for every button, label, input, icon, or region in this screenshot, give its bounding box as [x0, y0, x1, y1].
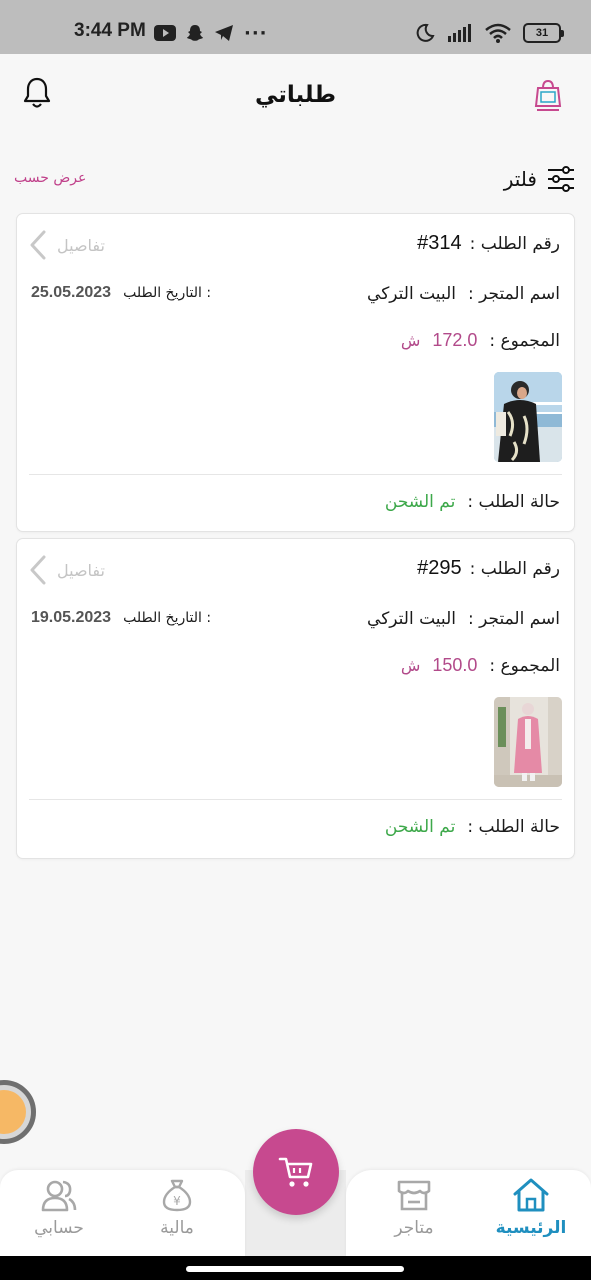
filter-button[interactable]: فلتر [504, 162, 575, 196]
currency-symbol: ش [400, 656, 421, 675]
nav-item-account[interactable]: حسابي [14, 1178, 104, 1252]
wifi-icon [485, 23, 511, 43]
nav-label-finance: مالية [160, 1218, 194, 1238]
app-header: طلباتي [0, 54, 591, 140]
details-label: تفاصيل [57, 560, 105, 580]
product-photo-woman-pink-coat [494, 697, 562, 787]
nav-item-stores[interactable]: متاجر [369, 1178, 459, 1252]
order-status-row: حالة الطلب : تم الشحن [385, 817, 560, 837]
order-number: #295 [417, 557, 462, 579]
store-icon [397, 1180, 431, 1211]
system-gesture-area [0, 1256, 591, 1280]
order-number-row: رقم الطلب : #314 [417, 232, 560, 255]
sort-by-link[interactable]: عرض حسب [14, 170, 86, 186]
order-card[interactable]: رقم الطلب : #295 تفاصيل اسم المتجر : الب… [16, 538, 575, 859]
nav-label-home: الرئيسية [495, 1218, 567, 1238]
details-label: تفاصيل [57, 235, 105, 255]
store-name-label: اسم المتجر : [467, 609, 560, 629]
card-divider [29, 474, 562, 475]
do-not-disturb-moon-icon [416, 23, 435, 42]
order-date-row: 25.05.2023 التاريخ الطلب : [31, 284, 211, 302]
total-label: المجموع : [489, 331, 560, 351]
home-icon [513, 1178, 549, 1212]
floating-assistant-button[interactable] [0, 1080, 36, 1144]
more-notifications-icon: ··· [244, 22, 268, 44]
details-link[interactable]: تفاصيل [29, 230, 105, 260]
users-icon [41, 1180, 77, 1212]
chevron-left-icon [30, 230, 46, 260]
status-notification-icons: ··· [154, 20, 268, 46]
status-system-icons: 31 [415, 20, 564, 46]
order-date: 25.05.2023 [31, 284, 112, 301]
order-date-row: 19.05.2023 التاريخ الطلب : [31, 609, 211, 627]
svg-text:¥: ¥ [173, 1194, 181, 1208]
store-name-row: اسم المتجر : البيت التركي [367, 609, 560, 629]
store-name: البيت التركي [367, 284, 456, 304]
product-thumbnail[interactable] [494, 697, 562, 787]
order-date: 19.05.2023 [31, 609, 112, 626]
order-date-label: التاريخ الطلب : [123, 285, 212, 301]
assistant-avatar-icon [0, 1090, 26, 1134]
youtube-icon [154, 25, 176, 41]
home-gesture-bar[interactable] [186, 1266, 404, 1272]
order-total: 172.0 [432, 330, 478, 350]
order-total: 150.0 [432, 655, 478, 675]
filter-row: عرض حسب فلتر [0, 160, 591, 198]
filter-sliders-icon [548, 166, 574, 192]
order-total-row: المجموع : 172.0 ش [401, 330, 560, 351]
order-number-row: رقم الطلب : #295 [417, 557, 560, 580]
signal-icon [448, 24, 471, 42]
status-time: 3:44 PM [74, 20, 146, 41]
snapchat-icon [187, 25, 203, 41]
telegram-icon [215, 25, 233, 41]
order-date-label: التاريخ الطلب : [123, 610, 212, 626]
status-label: حالة الطلب : [467, 492, 560, 512]
page-title: طلباتي [255, 82, 336, 108]
cart-button[interactable] [253, 1129, 339, 1215]
orders-list: رقم الطلب : #314 تفاصيل اسم المتجر : الب… [16, 213, 575, 865]
order-number: #314 [417, 232, 462, 254]
store-name: البيت التركي [367, 609, 456, 629]
battery-indicator: 31 [523, 23, 564, 43]
product-photo-woman-hijab-black-dress [494, 372, 562, 462]
card-divider [29, 799, 562, 800]
filter-label: فلتر [503, 167, 537, 191]
store-name-label: اسم المتجر : [467, 284, 560, 304]
app-logo [534, 79, 562, 111]
chevron-left-icon [30, 555, 46, 585]
order-card[interactable]: رقم الطلب : #314 تفاصيل اسم المتجر : الب… [16, 213, 575, 532]
currency-symbol: ش [400, 331, 421, 350]
money-bag-icon: ¥ [162, 1179, 192, 1212]
status-label: حالة الطلب : [467, 817, 560, 837]
order-number-label: رقم الطلب : [469, 234, 560, 254]
nav-label-account: حسابي [34, 1218, 84, 1238]
product-thumbnail[interactable] [494, 372, 562, 462]
nav-item-home[interactable]: الرئيسية [486, 1178, 576, 1252]
status-bar: 3:44 PM ··· 31 [0, 0, 591, 54]
nav-label-stores: متاجر [394, 1218, 434, 1238]
total-label: المجموع : [489, 656, 560, 676]
order-status-row: حالة الطلب : تم الشحن [385, 492, 560, 512]
order-number-label: رقم الطلب : [469, 559, 560, 579]
nav-item-finance[interactable]: ¥ مالية [132, 1178, 222, 1252]
store-name-row: اسم المتجر : البيت التركي [367, 284, 560, 304]
order-status: تم الشحن [384, 492, 456, 512]
order-total-row: المجموع : 150.0 ش [401, 655, 560, 676]
order-status: تم الشحن [384, 817, 456, 837]
shopping-cart-icon [278, 1157, 313, 1187]
details-link[interactable]: تفاصيل [29, 555, 105, 585]
